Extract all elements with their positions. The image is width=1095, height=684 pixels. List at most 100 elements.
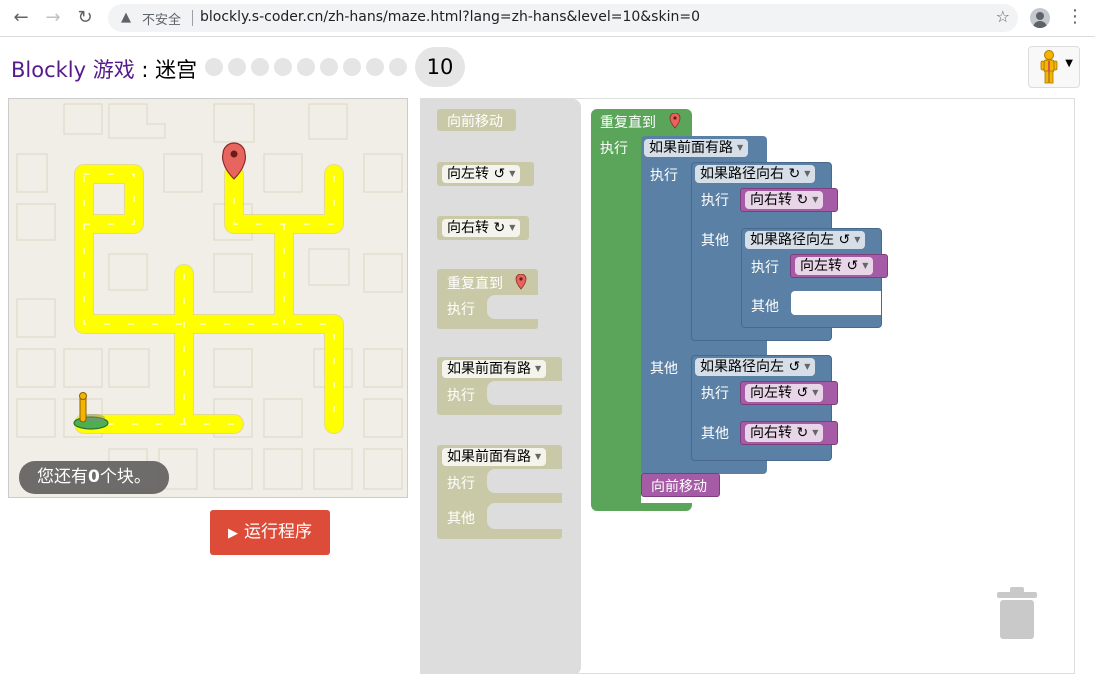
capacity-prefix: 您还有 [37, 467, 88, 487]
chevron-down-icon: ▼ [1065, 58, 1073, 69]
direction-dropdown[interactable]: 向右转 ↻ ▼ [745, 191, 824, 209]
do-label: 执行 [650, 168, 678, 184]
level-dot[interactable] [389, 58, 407, 76]
condition-dropdown[interactable]: 如果路径向左 ↺ ▼ [745, 231, 866, 249]
back-arrow-icon[interactable]: ← [8, 5, 34, 31]
caret-down-icon: ▼ [854, 235, 861, 244]
direction-dropdown[interactable]: 向左转 ↺ ▼ [442, 165, 521, 183]
caret-down-icon: ▼ [862, 261, 869, 270]
current-level-badge[interactable]: 10 [415, 47, 465, 87]
bookmark-star-icon[interactable]: ☆ [996, 7, 1010, 26]
do-label: 执行 [447, 302, 475, 318]
turn-left-block[interactable]: 向左转 ↺ ▼ [740, 381, 838, 405]
block-label: 重复直到 [447, 276, 503, 292]
blockly-games-link[interactable]: Blockly 游戏 [11, 58, 135, 82]
turn-right-block[interactable]: 向右转 ↻ ▼ [740, 188, 838, 212]
turn-left-block[interactable]: 向左转 ↺ ▼ [790, 254, 888, 278]
security-label[interactable]: 不安全 [142, 9, 181, 28]
condition-dropdown[interactable]: 如果路径向左 ↺ ▼ [695, 358, 816, 376]
toolbox-flyout: 向前移动 向左转 ↺ ▼ 向右转 ↻ ▼ 重复直到 执行 如果前面有路 ▼ 执行 如果… [421, 99, 581, 673]
move-forward-block[interactable]: 向前移动 [641, 473, 720, 497]
dropdown-label: 如果前面有路 [649, 140, 733, 156]
level-dot[interactable] [205, 58, 223, 76]
condition-dropdown[interactable]: 如果前面有路 ▼ [442, 360, 547, 378]
condition-dropdown[interactable]: 如果前面有路 ▼ [442, 448, 547, 466]
blocks-remaining-badge: 您还有0个块。 [19, 461, 169, 494]
repeat-label: 重复直到 [600, 115, 656, 131]
toolbox-if-else-path-block[interactable]: 如果前面有路 ▼ 执行 其他 [437, 445, 562, 539]
run-program-label: 运行程序 [244, 522, 312, 542]
forward-arrow-icon[interactable]: → [40, 5, 66, 31]
profile-avatar-icon[interactable] [1030, 8, 1050, 28]
block-label: 向前移动 [651, 479, 707, 495]
warning-icon[interactable]: ▲ [118, 10, 134, 26]
dropdown-label: 如果路径向左 ↺ [750, 232, 851, 248]
dropdown-label: 向左转 ↺ [750, 385, 809, 401]
dropdown-label: 如果前面有路 [447, 449, 531, 465]
reload-icon[interactable]: ↻ [72, 5, 98, 31]
page-title: Blockly 游戏 : 迷宫 [11, 54, 197, 84]
if-path-left-block[interactable]: 如果路径向左 ↺ ▼ 执行 其他 [691, 355, 832, 461]
condition-dropdown[interactable]: 如果路径向右 ↻ ▼ [695, 165, 816, 183]
toolbox-repeat-until-block[interactable]: 重复直到 执行 [437, 269, 538, 329]
menu-dots-icon[interactable]: ⋮ [1066, 6, 1084, 28]
do-label: 执行 [701, 193, 729, 209]
level-dot[interactable] [251, 58, 269, 76]
pegman-skin-button[interactable]: ▼ [1028, 46, 1080, 88]
toolbox-turn-left-block[interactable]: 向左转 ↺ ▼ [437, 162, 534, 186]
goal-pin-icon [515, 274, 527, 290]
trash-icon[interactable] [996, 586, 1038, 640]
browser-toolbar: ← → ↻ ▲ 不安全 blockly.s-coder.cn/zh-hans/m… [0, 0, 1095, 37]
caret-down-icon: ▼ [535, 364, 542, 373]
address-bar[interactable]: ▲ 不安全 blockly.s-coder.cn/zh-hans/maze.ht… [108, 4, 1018, 32]
dropdown-label: 向右转 ↻ [750, 192, 809, 208]
caret-down-icon: ▼ [812, 388, 819, 397]
caret-down-icon: ▼ [535, 452, 542, 461]
dropdown-label: 如果前面有路 [447, 361, 531, 377]
direction-dropdown[interactable]: 向左转 ↺ ▼ [795, 257, 874, 275]
toolbox-if-path-block[interactable]: 如果前面有路 ▼ 执行 [437, 357, 562, 415]
else-label: 其他 [447, 511, 475, 527]
dropdown-label: 如果路径向右 ↻ [700, 166, 801, 182]
caret-down-icon: ▼ [509, 169, 516, 178]
else-label: 其他 [751, 299, 779, 315]
level-dot[interactable] [297, 58, 315, 76]
capacity-suffix: 个块。 [99, 467, 151, 487]
level-dot[interactable] [274, 58, 292, 76]
condition-dropdown[interactable]: 如果前面有路 ▼ [644, 139, 749, 157]
do-label: 执行 [701, 386, 729, 402]
do-label: 执行 [600, 141, 628, 157]
dropdown-label: 如果路径向左 ↺ [700, 359, 801, 375]
goal-pin-icon [669, 113, 681, 129]
level-dot[interactable] [228, 58, 246, 76]
direction-dropdown[interactable]: 向右转 ↻ ▼ [745, 424, 824, 442]
caret-down-icon: ▼ [812, 428, 819, 437]
do-label: 执行 [447, 476, 475, 492]
pegman-start-icon [73, 392, 109, 430]
do-label: 执行 [751, 260, 779, 276]
direction-dropdown[interactable]: 向左转 ↺ ▼ [745, 384, 824, 402]
level-dot[interactable] [366, 58, 384, 76]
level-dot[interactable] [320, 58, 338, 76]
maze-canvas: 您还有0个块。 [8, 98, 408, 498]
toolbox-move-forward-block[interactable]: 向前移动 [437, 109, 516, 131]
pegman-icon [1040, 50, 1058, 84]
else-label: 其他 [701, 233, 729, 249]
title-separator: : [134, 58, 156, 82]
url-text[interactable]: blockly.s-coder.cn/zh-hans/maze.html?lan… [200, 9, 700, 25]
do-label: 执行 [447, 388, 475, 404]
divider [192, 10, 193, 26]
turn-right-block[interactable]: 向右转 ↻ ▼ [740, 421, 838, 445]
caret-down-icon: ▼ [509, 223, 516, 232]
capacity-count: 0 [88, 467, 100, 487]
else-label: 其他 [650, 361, 678, 377]
play-icon: ▶ [228, 526, 238, 541]
blockly-workspace[interactable]: 向前移动 向左转 ↺ ▼ 向右转 ↻ ▼ 重复直到 执行 如果前面有路 ▼ 执行 如果… [420, 98, 1075, 674]
block-label: 向前移动 [447, 114, 503, 130]
level-dot[interactable] [343, 58, 361, 76]
statement-slot [487, 503, 562, 529]
direction-dropdown[interactable]: 向右转 ↻ ▼ [442, 219, 521, 237]
toolbox-turn-right-block[interactable]: 向右转 ↻ ▼ [437, 216, 529, 240]
maze-map [16, 103, 403, 490]
run-program-button[interactable]: ▶ 运行程序 [210, 510, 330, 555]
